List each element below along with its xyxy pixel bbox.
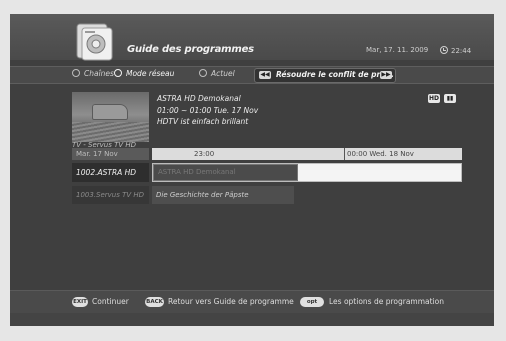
fast-forward-icon: ▶▶ — [380, 71, 392, 79]
opt-key-icon: opt — [300, 297, 324, 307]
guide-book-icon — [73, 22, 117, 62]
program-time: 01:00 ~ 01:00 Tue. 17 Nov — [157, 106, 259, 115]
program-description: HDTV ist einfach brillant — [157, 117, 249, 126]
bottom-strip — [10, 313, 494, 326]
resolve-conflict-button[interactable]: ◀◀ Résoudre le conflit de pro... ▶▶ — [254, 68, 396, 83]
channel-row[interactable]: 1003.Servus TV HD — [72, 186, 149, 204]
tab-chaines[interactable]: Chaînes — [72, 69, 114, 78]
channel-preview-image — [72, 92, 149, 142]
subtitle-badge: ▮▮ — [444, 94, 456, 103]
tab-mode-reseau[interactable]: Mode réseau — [114, 69, 174, 78]
radio-icon — [199, 69, 207, 77]
radio-selected-icon — [114, 69, 122, 77]
current-date: Mar, 17. 11. 2009 — [366, 46, 429, 54]
page-title: Guide des programmes — [127, 44, 254, 55]
channel-row-selected[interactable]: 1002.ASTRA HD — [72, 163, 149, 182]
header-bar: Guide des programmes Mar, 17. 11. 2009 2… — [10, 14, 494, 62]
timeline-bar: 23:00 00:00 Wed. 18 Nov — [152, 148, 462, 160]
rewind-icon: ◀◀ — [259, 71, 271, 79]
timeline-date: Mar. 17 Nov — [72, 148, 149, 160]
event-row-selected[interactable]: ASTRA HD Demokanal — [152, 163, 462, 182]
view-mode-bar: Chaînes Mode réseau Actuel ◀◀ Résoudre l… — [10, 66, 494, 84]
time-mark-0000: 00:00 Wed. 18 Nov — [347, 150, 414, 158]
back-key-icon: BACK — [145, 297, 164, 307]
time-text: 22:44 — [451, 47, 472, 55]
clock-icon — [440, 46, 448, 54]
current-time: 22:44 — [440, 46, 471, 55]
back-hint[interactable]: Retour vers Guide de programme — [168, 297, 294, 306]
radio-icon — [72, 69, 80, 77]
exit-key-icon: EXIT — [72, 297, 88, 307]
event-block[interactable]: ASTRA HD Demokanal — [153, 164, 298, 181]
epg-screen: Guide des programmes Mar, 17. 11. 2009 2… — [10, 14, 494, 326]
program-channel: ASTRA HD Demokanal — [157, 94, 241, 103]
hd-badge: HD — [428, 94, 440, 103]
tab-actuel[interactable]: Actuel — [199, 69, 235, 78]
exit-hint[interactable]: Continuer — [92, 297, 129, 306]
footer-bar: EXIT Continuer BACK Retour vers Guide de… — [10, 290, 494, 313]
time-mark-2300: 23:00 — [194, 150, 215, 158]
event-block[interactable]: Die Geschichte der Päpste — [152, 186, 294, 204]
tractor-image — [92, 104, 128, 120]
opt-hint[interactable]: Les options de programmation — [329, 297, 444, 306]
